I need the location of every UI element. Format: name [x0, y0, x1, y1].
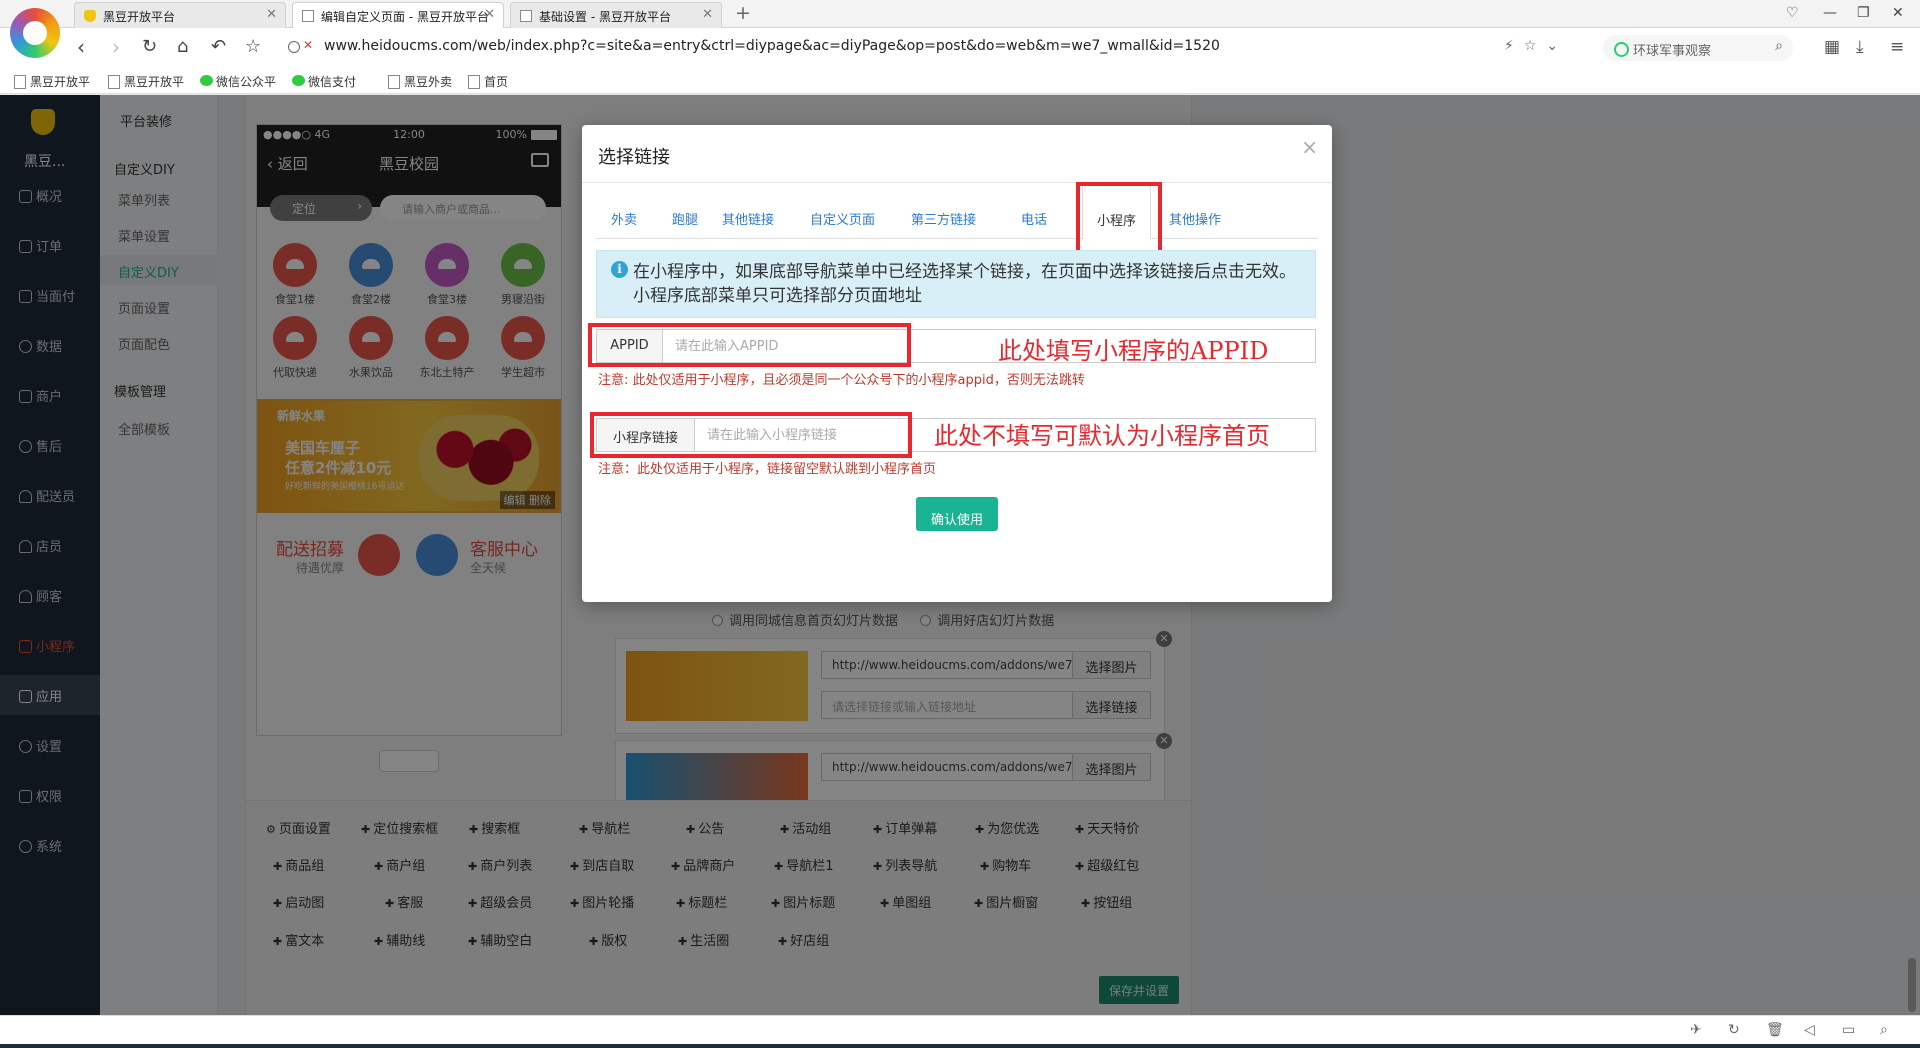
appid-note: 注意: 此处仅适用于小程序，且必须是同一个公众号下的小程序appid，否则无法跳…	[598, 373, 1085, 388]
address-bar: ‹ › ↻ ⌂ ↶ ☆ ✕ www.heidoucms.com/web/inde…	[0, 28, 1920, 68]
browser-status-bar: ✈ ↻ 🗑 ◁ ▭ ⌕	[0, 1015, 1920, 1044]
page-icon	[520, 10, 532, 22]
tab-errand[interactable]: 跑腿	[672, 183, 698, 239]
annotation-appid: 此处填写小程序的APPID	[998, 337, 1269, 365]
browser-tab-2[interactable]: 编辑自定义页面 - 黑豆开放平台 ✕	[292, 2, 504, 29]
window-icon[interactable]: ▭	[1842, 1022, 1855, 1038]
bookmark-item[interactable]: 黑豆开放平	[108, 73, 184, 90]
window-close-icon[interactable]: ✕	[1892, 5, 1904, 21]
apps-icon[interactable]: ▦	[1824, 37, 1840, 57]
new-tab-icon[interactable]: +	[735, 3, 751, 23]
annotation-box-tab	[1076, 182, 1162, 254]
browser-tab-label: 黑豆开放平台	[103, 10, 176, 24]
page-icon	[302, 10, 314, 22]
browser-tab-bar: 黑豆开放平台 ✕ 编辑自定义页面 - 黑豆开放平台 ✕ 基础设置 - 黑豆开放平…	[0, 0, 1920, 29]
info-alert: i 在小程序中，如果底部导航菜单中已经选择某个链接，在页面中选择该链接后点击无效…	[596, 250, 1316, 318]
zoom-icon[interactable]: ⌕	[1880, 1022, 1888, 1038]
scrollbar-thumb[interactable]	[1908, 958, 1916, 1012]
tab-takeout[interactable]: 外卖	[611, 183, 637, 239]
annotation-link: 此处不填写可默认为小程序首页	[934, 422, 1270, 450]
back-icon[interactable]: ‹	[77, 36, 85, 58]
close-icon[interactable]: ✕	[702, 7, 713, 22]
tab-custom-page[interactable]: 自定义页面	[810, 183, 875, 239]
miniprogram-link-note: 注意：此处仅适用于小程序，链接留空默认跳到小程序首页	[598, 462, 937, 477]
shirt-icon[interactable]: ♡	[1786, 5, 1799, 21]
star-icon[interactable]: ☆	[245, 36, 261, 58]
search-icon[interactable]: ⌕	[1775, 38, 1783, 54]
minimize-icon[interactable]: —	[1823, 5, 1837, 21]
tab-other-actions[interactable]: 其他操作	[1169, 183, 1221, 239]
info-icon: i	[611, 261, 628, 278]
bookmark-item[interactable]: 微信公众平	[200, 73, 276, 90]
trash-icon[interactable]: 🗑	[1766, 1022, 1784, 1038]
browser-tab-label: 编辑自定义页面 - 黑豆开放平台	[321, 10, 489, 24]
download-icon[interactable]: ⤓	[1856, 37, 1864, 57]
bookmark-item[interactable]: 黑豆开放平	[14, 73, 90, 90]
close-icon[interactable]: ✕	[266, 7, 277, 22]
link-type-tabs: 外卖 跑腿 其他链接 自定义页面 第三方链接 电话 小程序 其他操作	[596, 183, 1318, 240]
search-placeholder: 环球军事观察	[1633, 44, 1712, 59]
url-tools-icon[interactable]: ⚡☆⌄	[1504, 38, 1568, 54]
tab-phone[interactable]: 电话	[1021, 183, 1047, 239]
reload-icon[interactable]: ↻	[142, 36, 157, 58]
browser-tab-3[interactable]: 基础设置 - 黑豆开放平台 ✕	[510, 2, 722, 28]
undo-icon[interactable]: ↶	[211, 36, 226, 58]
info-text: 在小程序中，如果底部导航菜单中已经选择某个链接，在页面中选择该链接后点击无效。 …	[633, 262, 1296, 306]
close-icon[interactable]: ✕	[484, 7, 495, 22]
forward-icon[interactable]: ›	[112, 36, 120, 58]
modal-title: 选择链接	[598, 147, 670, 168]
menu-icon[interactable]: ≡	[1890, 37, 1904, 57]
bookmarks-bar: 黑豆开放平 黑豆开放平 微信公众平 微信支付 黑豆外卖 首页	[0, 68, 1920, 94]
taskbar	[0, 1044, 1920, 1048]
annotation-box-appid	[588, 323, 911, 367]
browser-tab-1[interactable]: 黑豆开放平台 ✕	[74, 2, 286, 28]
browser-search-input[interactable]: 环球军事观察 ⌕	[1603, 35, 1793, 61]
bookmark-item[interactable]: 首页	[468, 73, 508, 90]
confirm-button[interactable]: 确认使用	[916, 497, 998, 531]
bookmark-item[interactable]: 微信支付	[292, 73, 356, 90]
browser-tab-label: 基础设置 - 黑豆开放平台	[539, 10, 671, 24]
tab-third-party[interactable]: 第三方链接	[911, 183, 976, 239]
tab-other-links[interactable]: 其他链接	[722, 183, 774, 239]
home-icon[interactable]: ⌂	[177, 36, 188, 58]
url-input[interactable]: www.heidoucms.com/web/index.php?c=site&a…	[280, 35, 1590, 61]
rocket-icon[interactable]: ✈	[1690, 1022, 1702, 1038]
browser-logo-icon[interactable]	[10, 8, 60, 58]
refresh-icon[interactable]: ↻	[1728, 1022, 1740, 1038]
restore-icon[interactable]: ❐	[1857, 5, 1870, 21]
annotation-box-link	[590, 412, 912, 458]
bookmark-item[interactable]: 黑豆外卖	[388, 73, 452, 90]
shield-icon	[84, 10, 96, 22]
close-icon[interactable]: ×	[1301, 137, 1318, 157]
sound-icon[interactable]: ◁	[1804, 1022, 1815, 1038]
